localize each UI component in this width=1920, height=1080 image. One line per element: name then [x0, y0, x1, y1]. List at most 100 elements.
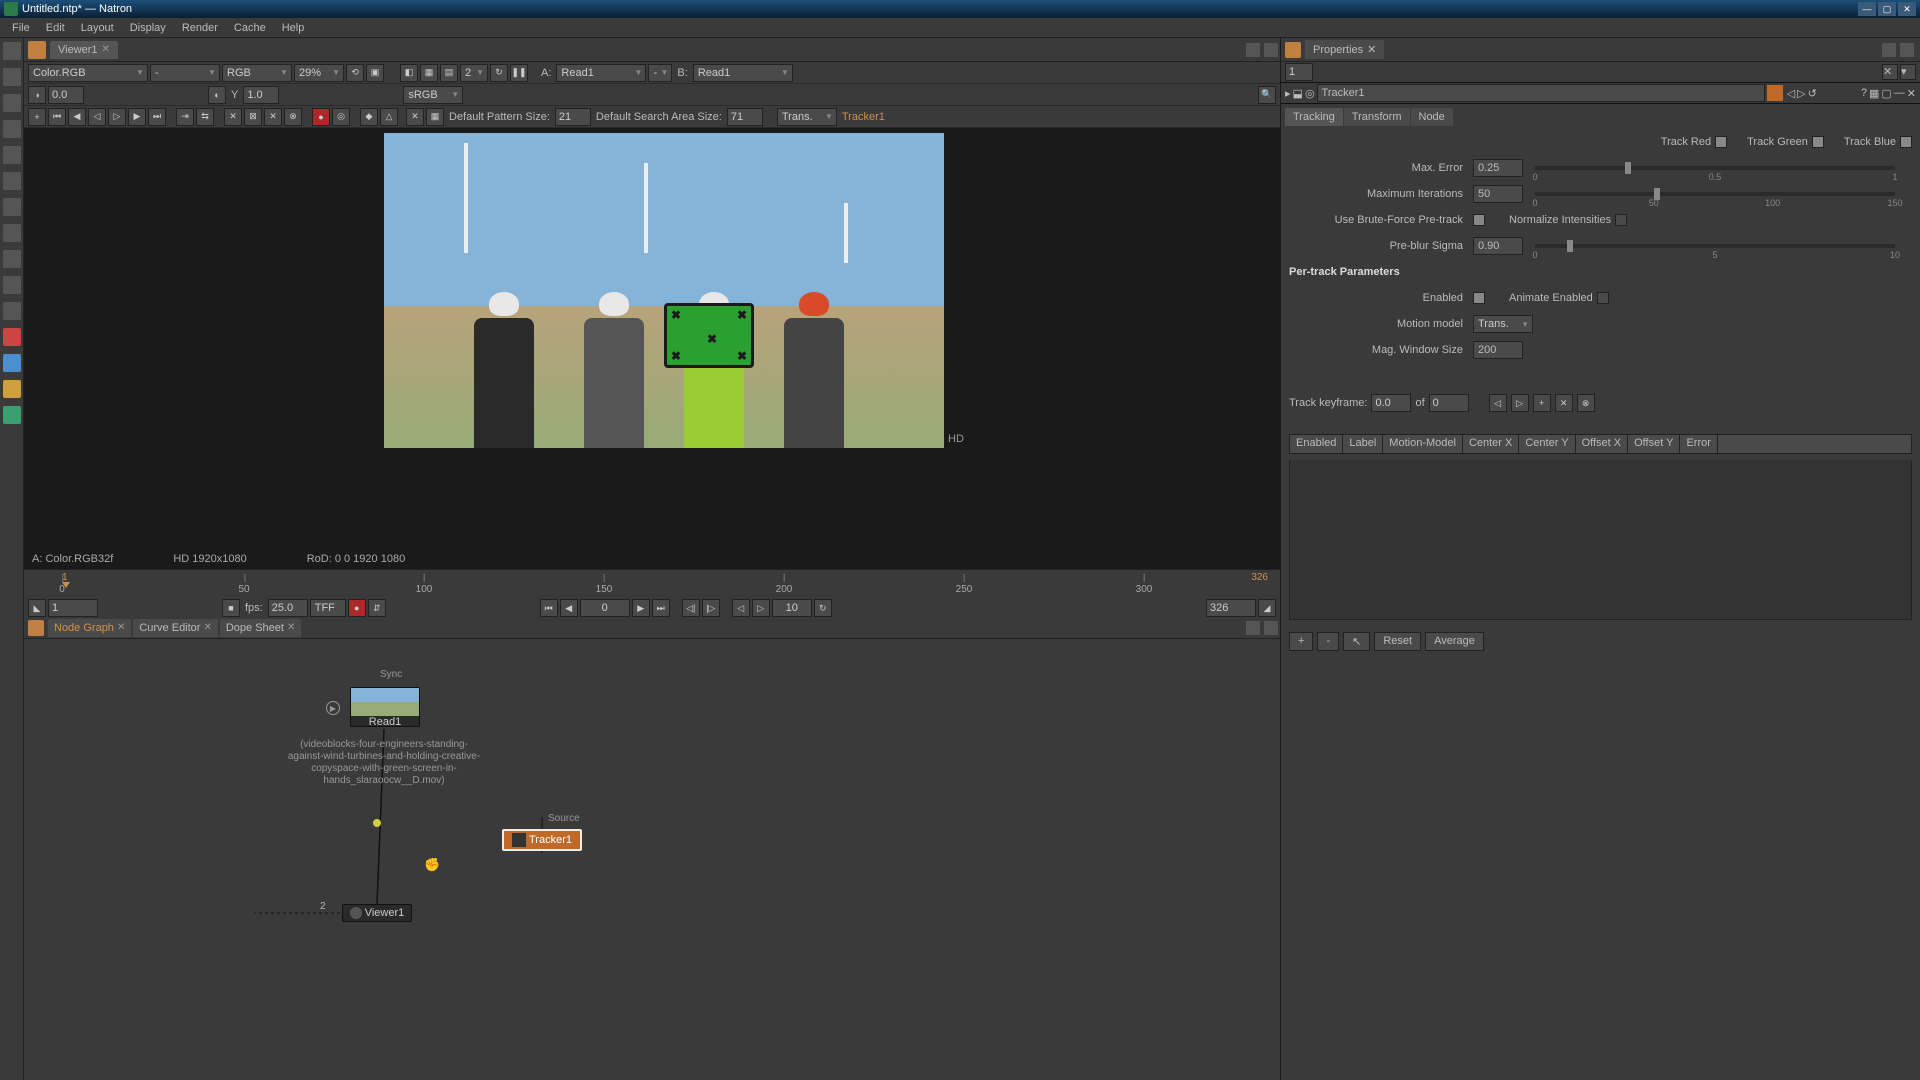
- menu-file[interactable]: File: [4, 22, 38, 34]
- float-pane-button[interactable]: [1246, 621, 1260, 635]
- tool-extra2[interactable]: [3, 380, 21, 398]
- pane-menu-icon[interactable]: [28, 41, 46, 59]
- layer-select[interactable]: Color.RGB▼: [28, 64, 148, 82]
- track-bw-range-button[interactable]: ⏮: [48, 108, 66, 126]
- animate-enabled-checkbox[interactable]: [1597, 292, 1609, 304]
- tool-keyer[interactable]: [3, 198, 21, 216]
- restore-defaults-button[interactable]: ↺: [1808, 87, 1817, 100]
- remove-keyframe-button[interactable]: △: [380, 108, 398, 126]
- undo-button[interactable]: ◁: [1787, 87, 1795, 100]
- add-keyframe-button[interactable]: +: [1533, 394, 1551, 412]
- stop-button[interactable]: ■: [222, 599, 240, 617]
- node-color-swatch[interactable]: [1767, 85, 1783, 101]
- tab-dope-sheet[interactable]: Dope Sheet✕: [220, 619, 302, 637]
- tool-time[interactable]: [3, 94, 21, 112]
- create-keyframe-button[interactable]: ◆: [360, 108, 378, 126]
- track-blue-checkbox[interactable]: [1900, 136, 1912, 148]
- viewer-canvas[interactable]: ✖ ✖ ✖ ✖ ✖ HD A: Color.RGB32f HD 1920x108…: [24, 128, 1280, 569]
- close-icon[interactable]: ✕: [117, 622, 125, 633]
- out-frame-field[interactable]: 326: [1206, 599, 1256, 617]
- max-error-slider[interactable]: 0 0.5 1: [1535, 166, 1895, 170]
- keyframe-total-field[interactable]: 0: [1429, 394, 1469, 412]
- last-frame-button[interactable]: ⏭: [652, 599, 670, 617]
- mag-window-field[interactable]: 200: [1473, 341, 1523, 359]
- float-pane-button[interactable]: [1246, 43, 1260, 57]
- proxy-button[interactable]: ▤: [440, 64, 458, 82]
- sync-viewers-button[interactable]: ⟲: [346, 64, 364, 82]
- center-viewer-button[interactable]: ◎: [332, 108, 350, 126]
- next-keyframe-button[interactable]: ▷: [1511, 394, 1529, 412]
- set-out-button[interactable]: ◢: [1258, 599, 1276, 617]
- in-frame-field[interactable]: 1: [48, 599, 98, 617]
- select-all-button[interactable]: ↖: [1343, 632, 1370, 651]
- hide-unmodified-button[interactable]: ▦: [1869, 87, 1879, 100]
- colorspace-select[interactable]: sRGB▼: [403, 86, 463, 104]
- motion-model-select[interactable]: Trans.▼: [1473, 315, 1533, 333]
- keyframe-value-field[interactable]: 0.0: [1371, 394, 1411, 412]
- prev-incr-button[interactable]: ◁: [732, 599, 750, 617]
- tool-filter[interactable]: [3, 172, 21, 190]
- show-error-button[interactable]: ▦: [426, 108, 444, 126]
- close-pane-button[interactable]: [1264, 621, 1278, 635]
- pattern-size-field[interactable]: 21: [555, 108, 591, 126]
- enabled-checkbox[interactable]: [1473, 292, 1485, 304]
- menu-edit[interactable]: Edit: [38, 22, 73, 34]
- current-frame-field[interactable]: 0: [580, 599, 630, 617]
- a-op-select[interactable]: -▼: [648, 64, 672, 82]
- channels-select[interactable]: RGB▼: [222, 64, 292, 82]
- normalize-checkbox[interactable]: [1615, 214, 1627, 226]
- minimize-button[interactable]: —: [1858, 2, 1876, 16]
- preblur-slider[interactable]: 0 5 10: [1535, 244, 1895, 248]
- close-pane-button[interactable]: [1900, 43, 1914, 57]
- close-icon[interactable]: ✕: [1367, 43, 1376, 56]
- tool-other[interactable]: [3, 302, 21, 320]
- undock-button[interactable]: ⬓: [1293, 87, 1303, 100]
- minimize-panels-button[interactable]: ▾: [1900, 64, 1916, 80]
- field-order-select[interactable]: TFF: [310, 599, 346, 617]
- tracks-table-body[interactable]: [1289, 460, 1912, 620]
- loop-mode-button[interactable]: ↻: [814, 599, 832, 617]
- node-tracker1[interactable]: Tracker1: [502, 829, 582, 851]
- max-iterations-slider[interactable]: 0 50 100 150: [1535, 192, 1895, 196]
- next-keyframe-button[interactable]: |▷: [702, 599, 720, 617]
- col-center-y[interactable]: Center Y: [1519, 435, 1575, 453]
- update-viewer-button[interactable]: ●: [312, 108, 330, 126]
- tab-transform[interactable]: Transform: [1344, 108, 1410, 126]
- tool-views[interactable]: [3, 276, 21, 294]
- zoom-select[interactable]: 29%▼: [294, 64, 344, 82]
- menu-display[interactable]: Display: [122, 22, 174, 34]
- max-error-field[interactable]: 0.25: [1473, 159, 1523, 177]
- prev-keyframe-button[interactable]: ◁|: [682, 599, 700, 617]
- center-node-button[interactable]: ◎: [1305, 87, 1315, 100]
- clear-anim-button[interactable]: ⊗: [284, 108, 302, 126]
- nodegraph-canvas[interactable]: Sync Read1 ▶ (videoblocks-four-engineers…: [24, 639, 1280, 1080]
- clear-bw-button[interactable]: ✕: [224, 108, 242, 126]
- close-panel-button[interactable]: ✕: [1907, 87, 1916, 100]
- edge-port[interactable]: [373, 819, 381, 827]
- gain-field[interactable]: 0.0: [48, 86, 84, 104]
- menu-help[interactable]: Help: [274, 22, 313, 34]
- max-iterations-field[interactable]: 50: [1473, 185, 1523, 203]
- close-pane-button[interactable]: [1264, 43, 1278, 57]
- a-input-select[interactable]: Read1▼: [556, 64, 646, 82]
- alpha-select[interactable]: -▼: [150, 64, 220, 82]
- track-range-button[interactable]: ⇥: [176, 108, 194, 126]
- tab-curve-editor[interactable]: Curve Editor✕: [133, 619, 218, 637]
- col-center-x[interactable]: Center X: [1463, 435, 1519, 453]
- track-red-checkbox[interactable]: [1715, 136, 1727, 148]
- clear-fw-button[interactable]: ✕: [264, 108, 282, 126]
- track-all-button[interactable]: ⇆: [196, 108, 214, 126]
- track-fw-range-button[interactable]: ⏭: [148, 108, 166, 126]
- help-button[interactable]: ?: [1861, 87, 1867, 99]
- node-name-field[interactable]: Tracker1: [1317, 84, 1765, 102]
- clear-panels-button[interactable]: ✕: [1882, 64, 1898, 80]
- maximize-button[interactable]: ▢: [1878, 2, 1896, 16]
- reset-offset-button[interactable]: ✕: [406, 108, 424, 126]
- motion-type-select[interactable]: Trans.▼: [777, 108, 837, 126]
- tool-color[interactable]: [3, 146, 21, 164]
- first-frame-button[interactable]: ⏮: [540, 599, 558, 617]
- close-icon[interactable]: ✕: [287, 622, 295, 633]
- float-pane-button[interactable]: [1882, 43, 1896, 57]
- turbo-button[interactable]: ●: [348, 599, 366, 617]
- play-fw-button[interactable]: ▶: [632, 599, 650, 617]
